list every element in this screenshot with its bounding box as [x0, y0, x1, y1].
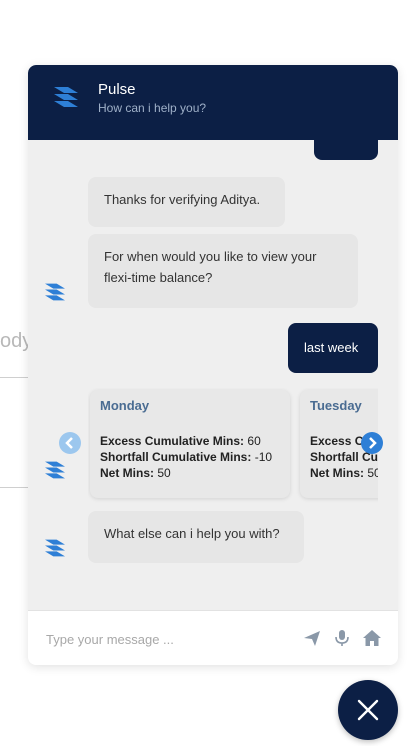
microphone-icon[interactable] — [332, 628, 352, 648]
background-divider — [0, 377, 30, 378]
card-day-label: Tuesday — [310, 398, 362, 413]
card-row-label: Net Mins: — [310, 466, 364, 480]
chevron-right-icon — [369, 437, 377, 449]
bot-avatar-icon — [45, 283, 65, 301]
card-row-label: Excess Cumulative Mins: — [100, 434, 245, 448]
bot-avatar-icon — [45, 539, 65, 557]
close-icon — [357, 699, 379, 721]
card-row-value: 50 — [157, 466, 171, 480]
card-row: Shortfall Cumulative Mins: -10 — [100, 449, 280, 465]
balance-carousel[interactable]: Monday Excess Cumulative Mins: 60 Shortf… — [88, 388, 378, 503]
message-composer — [28, 610, 398, 665]
chat-subtitle: How can i help you? — [98, 101, 207, 115]
chat-title: Pulse — [98, 81, 136, 98]
card-row: Net Mins: 50 — [100, 465, 280, 481]
card-row: Excess Cumulative Mins: 60 — [100, 433, 280, 449]
message-text: What else can i help you with? — [104, 526, 280, 541]
card-row-value: -10 — [254, 450, 273, 464]
message-input[interactable] — [44, 627, 288, 651]
carousel-prev-button[interactable] — [59, 432, 81, 454]
bot-message-bubble: What else can i help you with? — [88, 511, 304, 563]
bot-message-bubble: Thanks for verifying Aditya. — [88, 177, 285, 227]
card-row-label: Net Mins: — [100, 466, 154, 480]
chevron-left-icon — [65, 437, 73, 449]
message-text: For when would you like to view your fle… — [104, 249, 317, 285]
user-message-bubble: last week — [288, 323, 378, 373]
home-icon[interactable] — [362, 628, 382, 648]
close-chat-button[interactable] — [338, 680, 398, 740]
card-day-label: Monday — [100, 398, 150, 413]
card-row-value: 50 — [367, 466, 378, 480]
carousel-next-button[interactable] — [361, 432, 383, 454]
chat-window: Pulse How can i help you? Thanks for ver… — [28, 65, 398, 665]
bot-avatar-icon — [45, 461, 65, 479]
send-icon[interactable] — [302, 628, 322, 648]
user-message-bubble — [314, 140, 378, 160]
bot-message-bubble: For when would you like to view your fle… — [88, 234, 358, 308]
chat-header: Pulse How can i help you? — [28, 65, 398, 140]
message-text: last week — [304, 340, 359, 355]
message-text: Thanks for verifying Aditya. — [104, 192, 261, 207]
background-divider — [0, 487, 30, 488]
card-row-value: 60 — [247, 434, 261, 448]
message-list[interactable]: Thanks for verifying Aditya. For when wo… — [28, 140, 398, 610]
card-row-label: Shortfall Cumulative Mins: — [100, 450, 252, 464]
card-row: Net Mins: 50 — [310, 465, 378, 481]
pulse-logo-icon — [54, 87, 78, 107]
balance-card-monday: Monday Excess Cumulative Mins: 60 Shortf… — [90, 390, 290, 498]
